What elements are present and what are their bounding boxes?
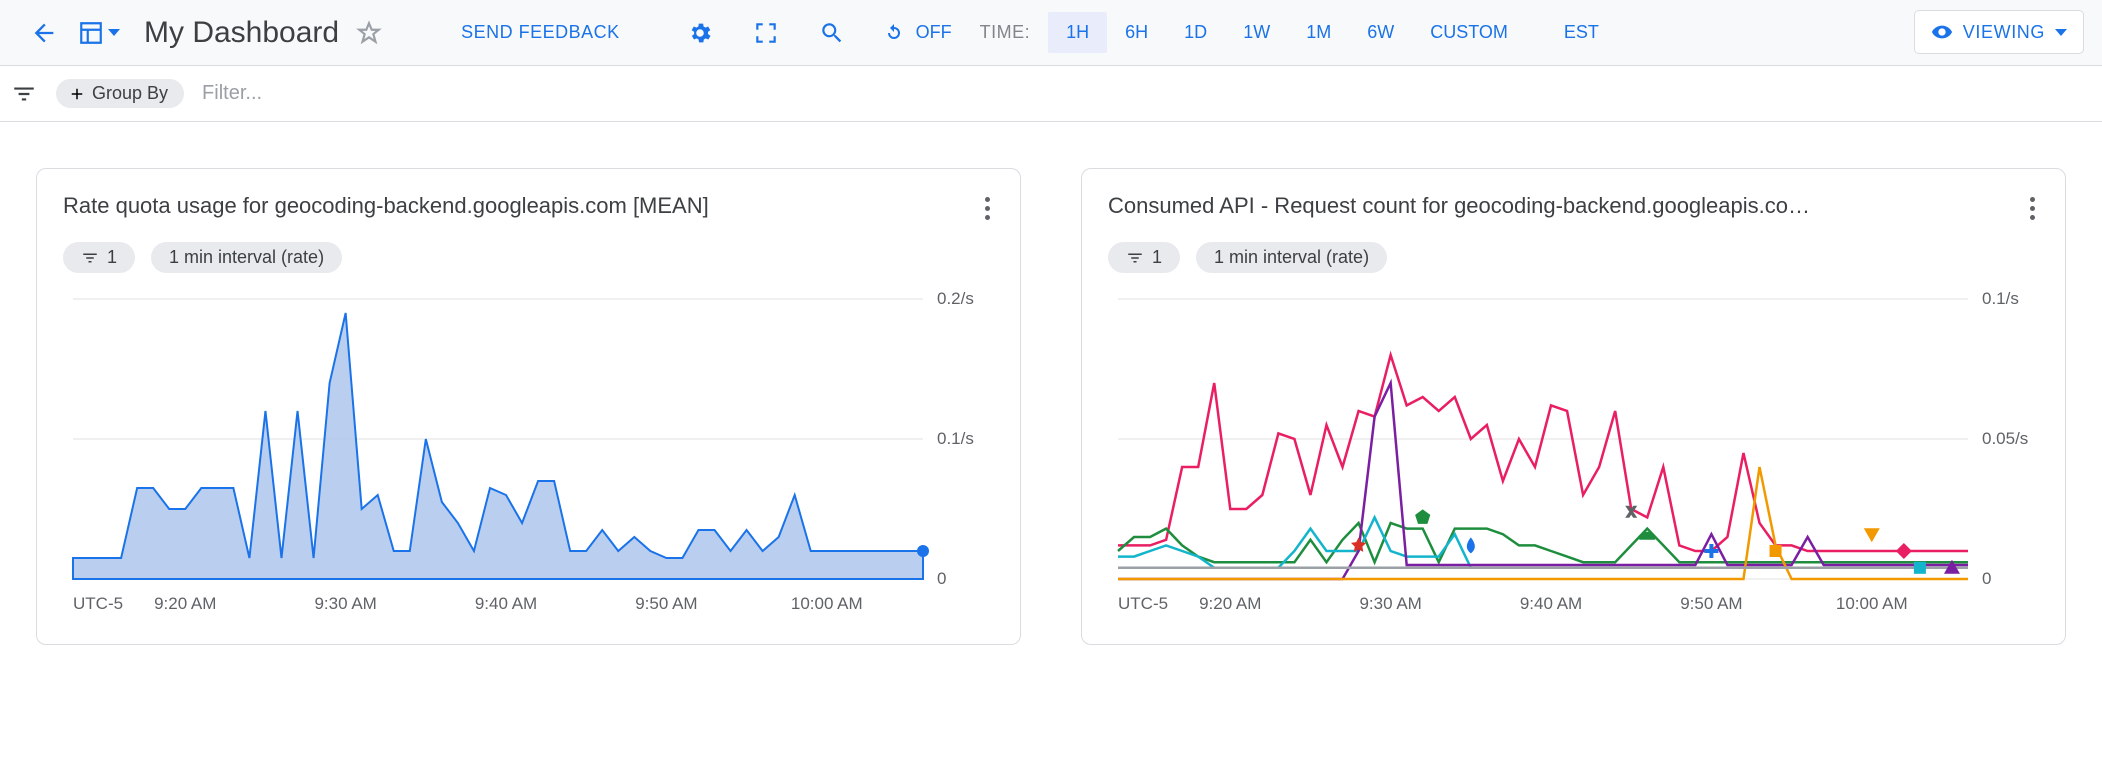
time-tab-1m[interactable]: 1M [1288, 12, 1349, 53]
filter-count-chip[interactable]: 1 [63, 242, 135, 273]
chevron-down-icon [2055, 29, 2067, 36]
svg-text:9:40 AM: 9:40 AM [1520, 594, 1582, 613]
zoom-reset-icon[interactable] [816, 17, 848, 49]
chevron-down-icon [108, 29, 120, 36]
interval-chip[interactable]: 1 min interval (rate) [1196, 242, 1387, 273]
dashboard-type-selector[interactable] [78, 20, 120, 46]
card-title: Consumed API - Request count for geocodi… [1108, 193, 1810, 219]
chart-lines-request-count: 0 0.05/s 0.1/s UTC-5 9:20 AM 9:30 AM 9:40 AM 9:… [1108, 289, 2039, 624]
view-mode-label: VIEWING [1963, 22, 2045, 43]
time-tab-1w[interactable]: 1W [1225, 12, 1288, 53]
dashboard-title-text: My Dashboard [144, 16, 339, 50]
more-menu-icon[interactable] [981, 193, 994, 224]
svg-text:0.1/s: 0.1/s [1982, 289, 2019, 308]
svg-text:9:30 AM: 9:30 AM [314, 594, 376, 613]
settings-gear-icon[interactable] [684, 17, 716, 49]
view-mode-selector[interactable]: VIEWING [1914, 10, 2084, 54]
filter-count: 1 [1152, 247, 1162, 268]
time-range-tabs: 1H6H1D1W1M6WCUSTOM [1048, 12, 1526, 53]
time-tab-6h[interactable]: 6H [1107, 12, 1166, 53]
group-by-label: Group By [92, 83, 168, 104]
svg-text:0.1/s: 0.1/s [937, 429, 974, 448]
group-by-chip[interactable]: Group By [56, 79, 184, 108]
auto-refresh-state: OFF [916, 22, 952, 43]
card-title: Rate quota usage for geocoding-backend.g… [63, 193, 709, 219]
filter-list-icon[interactable] [8, 78, 40, 110]
time-tab-custom[interactable]: CUSTOM [1412, 12, 1526, 53]
filter-bar: Group By [0, 66, 2102, 122]
svg-text:UTC-5: UTC-5 [1118, 594, 1168, 613]
svg-text:0.2/s: 0.2/s [937, 289, 974, 308]
svg-text:10:00 AM: 10:00 AM [791, 594, 863, 613]
chart-card-rate-quota: Rate quota usage for geocoding-backend.g… [36, 168, 1021, 645]
timezone-selector[interactable]: EST [1544, 12, 1619, 53]
svg-text:10:00 AM: 10:00 AM [1836, 594, 1908, 613]
svg-text:9:40 AM: 9:40 AM [475, 594, 537, 613]
fullscreen-icon[interactable] [750, 17, 782, 49]
back-arrow-icon[interactable] [28, 17, 60, 49]
more-menu-icon[interactable] [2026, 193, 2039, 224]
toolbar-icons: OFF [684, 17, 952, 49]
time-tab-1h[interactable]: 1H [1048, 12, 1107, 53]
dashboard-title: My Dashboard [144, 16, 385, 50]
auto-refresh-toggle[interactable]: OFF [882, 21, 952, 45]
svg-text:UTC-5: UTC-5 [73, 594, 123, 613]
dashboard-cards: Rate quota usage for geocoding-backend.g… [0, 122, 2102, 691]
interval-chip[interactable]: 1 min interval (rate) [151, 242, 342, 273]
filter-count: 1 [107, 247, 117, 268]
star-icon[interactable] [353, 17, 385, 49]
svg-text:0: 0 [1982, 569, 1991, 588]
top-toolbar: My Dashboard SEND FEEDBACK OFF TIME: 1H6… [0, 0, 2102, 66]
chart-card-request-count: Consumed API - Request count for geocodi… [1081, 168, 2066, 645]
svg-text:9:20 AM: 9:20 AM [154, 594, 216, 613]
filter-input[interactable] [200, 81, 500, 106]
svg-text:0: 0 [937, 569, 946, 588]
filter-count-chip[interactable]: 1 [1108, 242, 1180, 273]
svg-text:9:50 AM: 9:50 AM [1680, 594, 1742, 613]
time-label: TIME: [980, 22, 1031, 43]
svg-text:9:30 AM: 9:30 AM [1359, 594, 1421, 613]
send-feedback-link[interactable]: SEND FEEDBACK [461, 22, 620, 43]
time-tab-1d[interactable]: 1D [1166, 12, 1225, 53]
svg-text:9:20 AM: 9:20 AM [1199, 594, 1261, 613]
svg-text:0.05/s: 0.05/s [1982, 429, 2028, 448]
svg-text:9:50 AM: 9:50 AM [635, 594, 697, 613]
time-tab-6w[interactable]: 6W [1349, 12, 1412, 53]
chart-area-rate-quota: 0 0.1/s 0.2/s UTC-5 9:20 AM 9:30 AM 9:40 AM 9:5… [63, 289, 994, 624]
